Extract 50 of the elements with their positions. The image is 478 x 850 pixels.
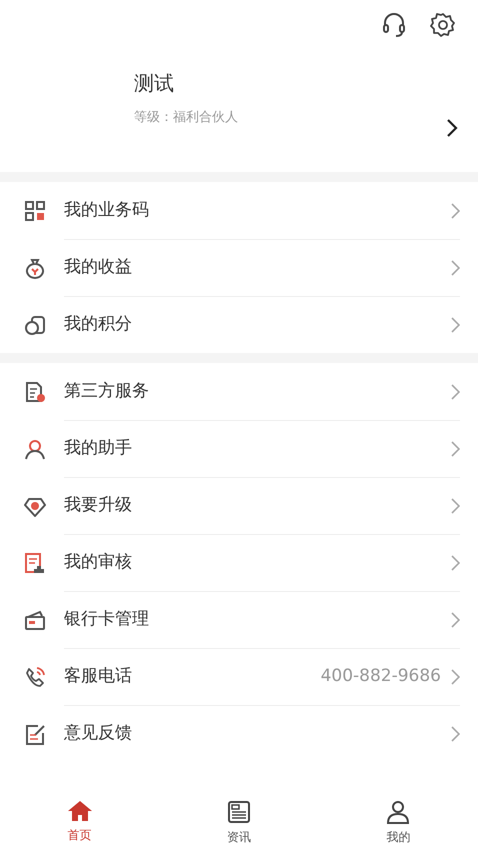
chevron-icon bbox=[451, 726, 460, 742]
member-level: 等级：福利合伙人 bbox=[134, 109, 238, 127]
chevron-icon bbox=[451, 202, 460, 218]
menu-item[interactable]: 银行卡管理 bbox=[0, 591, 478, 648]
chevron-icon[interactable] bbox=[446, 118, 458, 138]
chevron-icon bbox=[451, 440, 460, 456]
phone-icon bbox=[24, 666, 46, 688]
tab[interactable]: 我的 bbox=[318, 780, 478, 850]
menu-label: 意见反馈 bbox=[64, 722, 133, 745]
user-name: 测试 bbox=[134, 70, 175, 97]
chevron-icon bbox=[451, 668, 460, 684]
menu-label: 我的业务码 bbox=[64, 198, 150, 222]
menu-label: 银行卡管理 bbox=[64, 608, 150, 631]
qr-code-icon bbox=[24, 200, 46, 222]
chevron-icon bbox=[451, 316, 460, 332]
menu-label: 我的审核 bbox=[64, 550, 133, 574]
menu-item[interactable]: 我的审核 bbox=[0, 534, 478, 591]
menu-item[interactable]: 意见反馈 bbox=[0, 705, 478, 762]
home-icon bbox=[66, 800, 93, 822]
chevron-icon bbox=[451, 612, 460, 628]
chevron-icon bbox=[451, 498, 460, 514]
phone-number: 400-882-9686 bbox=[320, 664, 441, 688]
tab[interactable]: 资讯 bbox=[159, 780, 319, 850]
menu-item[interactable]: 第三方服务 bbox=[0, 363, 478, 420]
coins-icon bbox=[24, 314, 46, 336]
menu-label: 第三方服务 bbox=[64, 380, 150, 403]
tab[interactable]: 首页 bbox=[0, 780, 160, 850]
headset-icon[interactable] bbox=[382, 12, 406, 38]
menu-label: 我的助手 bbox=[64, 436, 133, 460]
menu-label: 客服电话 bbox=[64, 664, 133, 688]
person-icon bbox=[24, 438, 46, 460]
menu-item[interactable]: 我的收益 bbox=[0, 239, 478, 296]
chevron-icon bbox=[451, 260, 460, 276]
chevron-icon bbox=[451, 554, 460, 570]
menu-item[interactable]: 我的积分 bbox=[0, 296, 478, 353]
settings-icon[interactable] bbox=[430, 12, 456, 38]
user-icon bbox=[386, 800, 410, 824]
menu-label: 我要升级 bbox=[64, 494, 133, 517]
menu-item[interactable]: 我要升级 bbox=[0, 477, 478, 534]
chevron-icon bbox=[451, 384, 460, 400]
bank-card-icon bbox=[24, 608, 46, 630]
menu-label: 我的积分 bbox=[64, 312, 133, 336]
feedback-icon bbox=[24, 722, 46, 744]
menu-item[interactable]: 客服电话 400-882-9686 bbox=[0, 648, 478, 705]
money-bag-icon bbox=[24, 256, 46, 278]
newspaper-icon bbox=[226, 800, 251, 824]
menu-label: 我的收益 bbox=[64, 256, 133, 279]
menu-item[interactable]: 我的业务码 bbox=[0, 182, 478, 239]
menu-item[interactable]: 我的助手 bbox=[0, 420, 478, 477]
document-stamp-icon bbox=[24, 552, 46, 574]
